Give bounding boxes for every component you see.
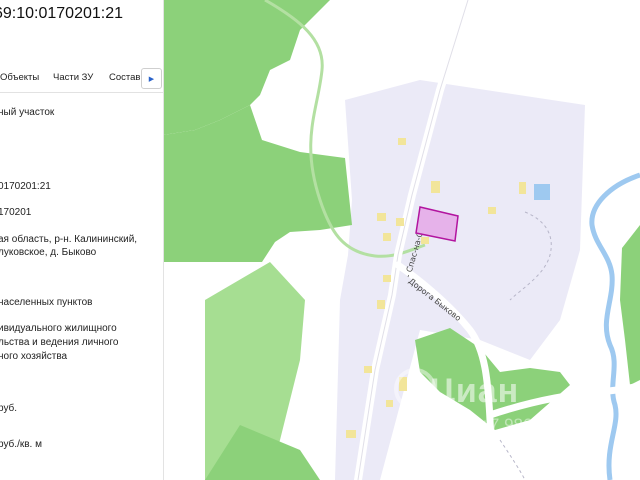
cadastral-quarter-value: 170201 bbox=[0, 207, 32, 218]
permitted-use-line-3: ного хозяйства bbox=[0, 351, 68, 362]
tab-composition[interactable]: Состав bbox=[109, 72, 140, 83]
tab-objects[interactable]: Объекты bbox=[0, 72, 39, 83]
building bbox=[519, 182, 526, 194]
pond bbox=[534, 184, 550, 200]
building bbox=[383, 233, 391, 241]
building bbox=[421, 237, 429, 244]
panel-tabs: Объекты Части ЗУ Состав ▶ bbox=[0, 66, 163, 93]
permitted-use-line-1: ивидуального жилищного bbox=[0, 323, 117, 334]
permitted-use-line-2: льства и ведения личного bbox=[0, 337, 119, 348]
parcel-type: ный участок bbox=[0, 107, 55, 118]
cadastral-number-title: 69:10:0170201:21 bbox=[0, 5, 124, 22]
cadastral-value-per-sqm: руб./кв. м bbox=[0, 439, 42, 450]
building bbox=[398, 138, 406, 145]
watermark-phone: +7 986 61 bbox=[480, 415, 557, 434]
tabs-scroll-right-button[interactable]: ▶ bbox=[141, 68, 162, 89]
building bbox=[488, 207, 496, 214]
parcel-info-panel: 69:10:0170201:21 Объекты Части ЗУ Состав… bbox=[0, 0, 164, 480]
land-category: населенных пунктов bbox=[0, 297, 93, 308]
cadastral-value: руб. bbox=[0, 403, 18, 414]
building bbox=[386, 400, 393, 407]
building bbox=[377, 300, 385, 309]
building bbox=[364, 366, 372, 373]
cadastral-number-value: 0170201:21 bbox=[0, 181, 51, 192]
building bbox=[396, 218, 404, 226]
building bbox=[383, 275, 391, 282]
address-line-1: ая область, р-н. Калининский, bbox=[0, 234, 138, 245]
watermark-text: Циан bbox=[430, 372, 520, 410]
building bbox=[377, 213, 386, 221]
chevron-right-icon: ▶ bbox=[148, 75, 155, 83]
building bbox=[346, 430, 356, 438]
tab-parcel-parts[interactable]: Части ЗУ bbox=[53, 72, 93, 83]
address-line-2: луковское, д. Быково bbox=[0, 247, 97, 258]
building bbox=[431, 181, 440, 193]
